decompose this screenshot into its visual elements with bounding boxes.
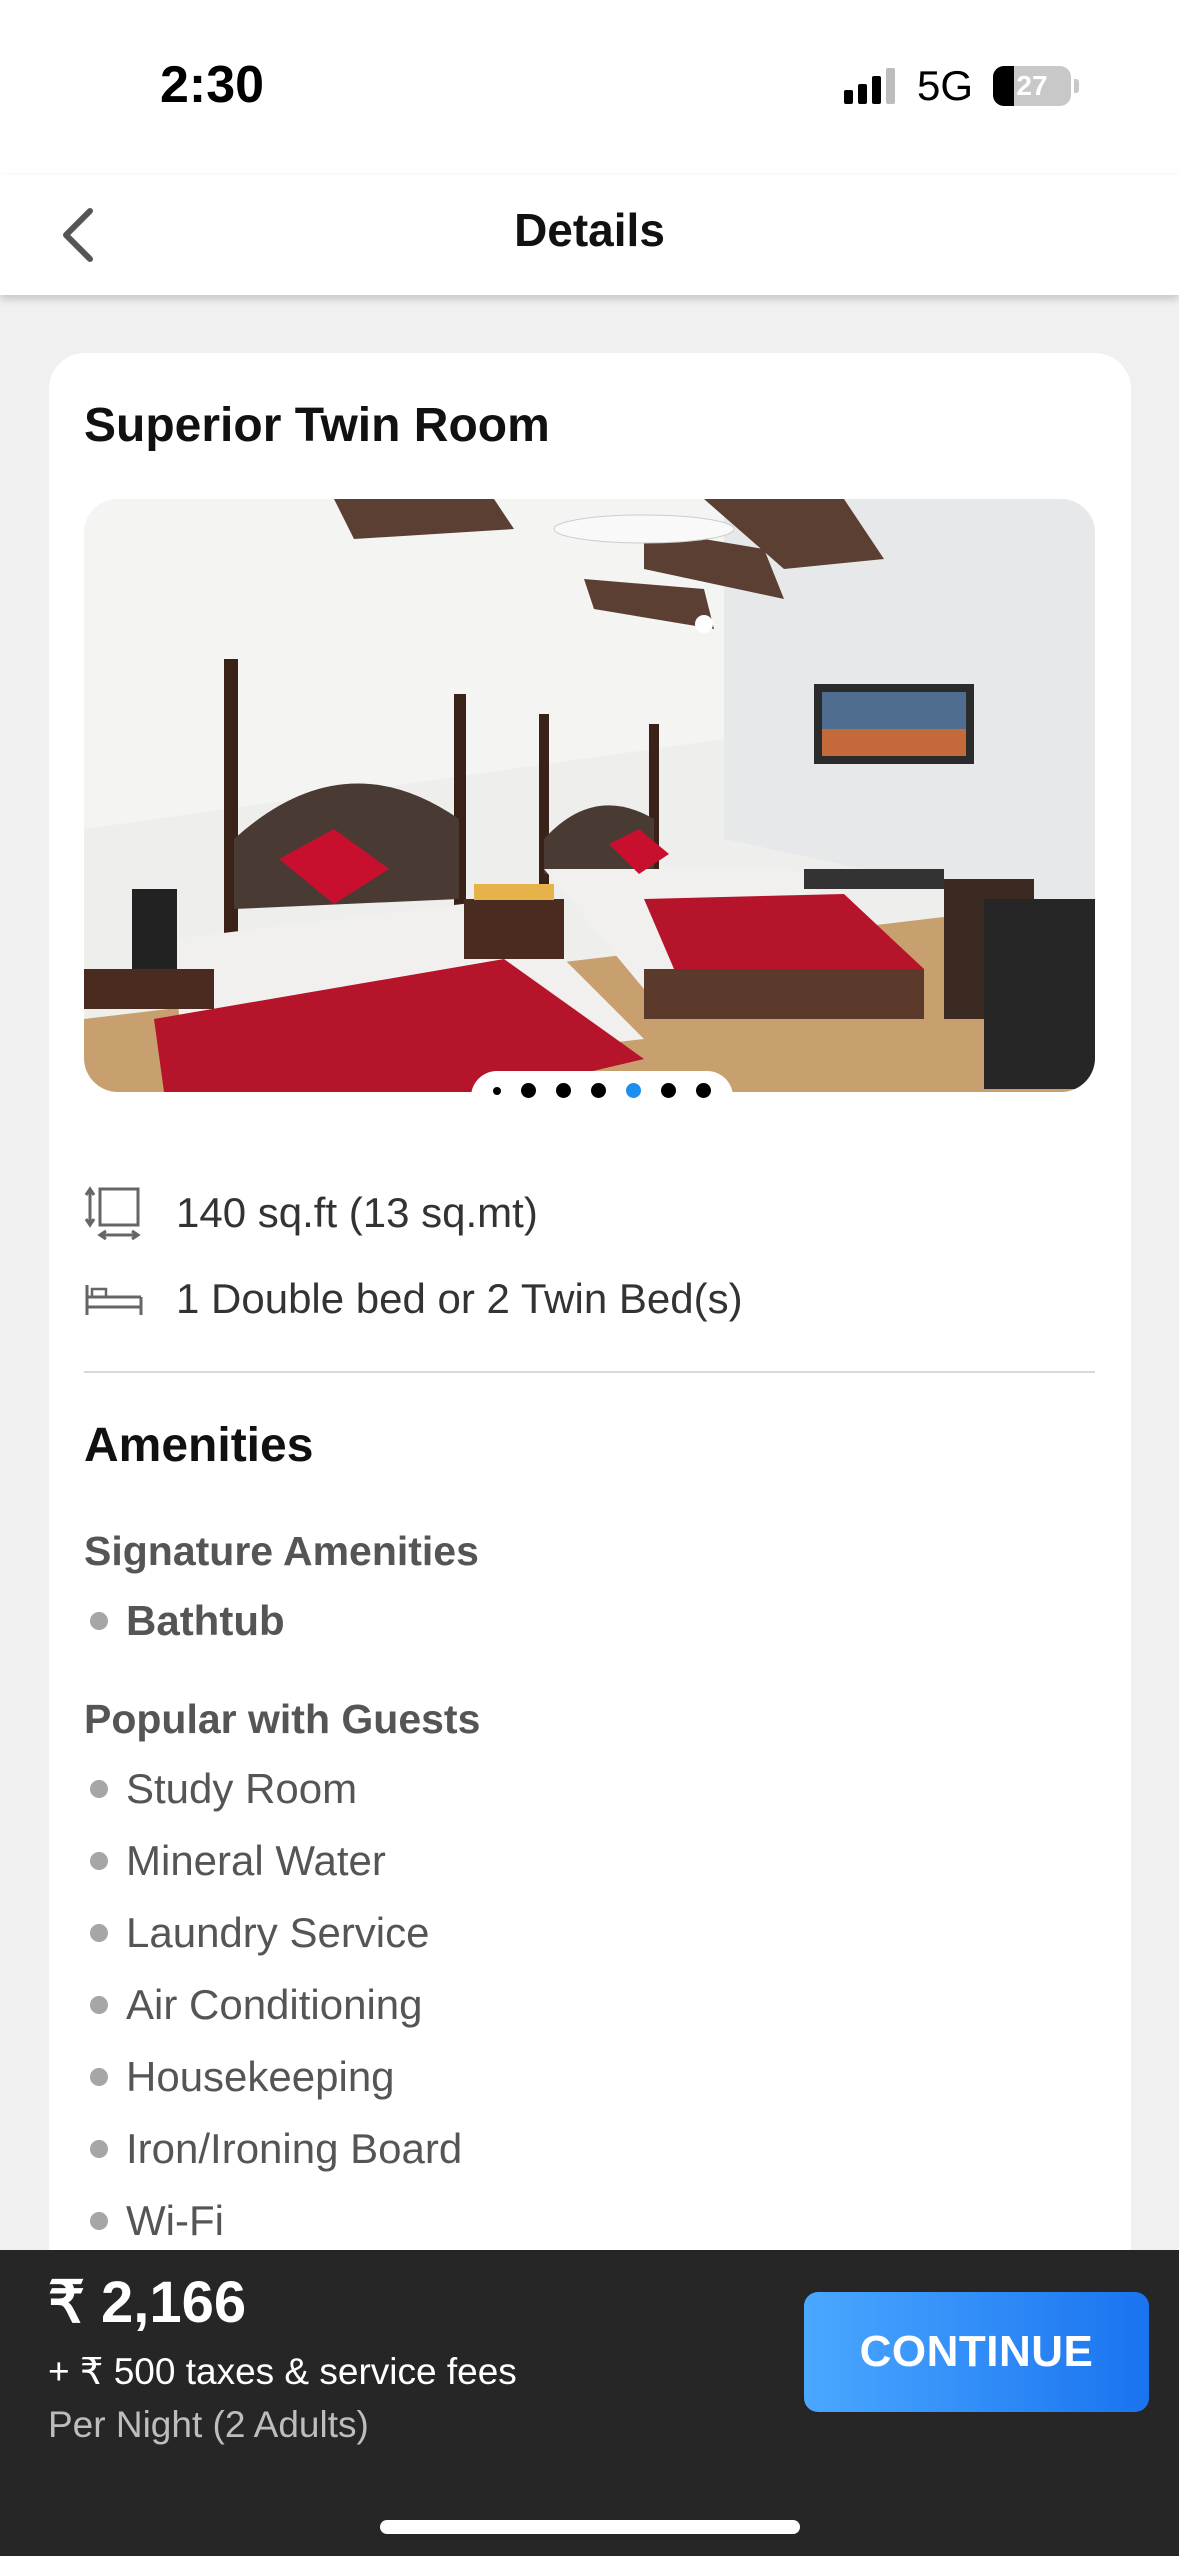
battery-tip <box>1074 79 1079 93</box>
bed-type-text: 1 Double bed or 2 Twin Bed(s) <box>176 1275 743 1322</box>
signal-icon <box>843 68 895 104</box>
page-title: Details <box>514 204 665 256</box>
popular-amenities-list: Study Room Mineral Water Laundry Service… <box>84 1753 462 2257</box>
room-photo-gallery[interactable] <box>84 499 1095 1092</box>
room-size-row: 140 sq.ft (13 sq.mt) <box>84 1183 538 1243</box>
continue-button[interactable]: CONTINUE <box>804 2292 1149 2412</box>
section-divider <box>84 1371 1095 1373</box>
room-size-text: 140 sq.ft (13 sq.mt) <box>176 1189 538 1236</box>
amenities-title: Amenities <box>84 1419 314 1472</box>
list-item: Housekeeping <box>84 2041 462 2113</box>
status-indicators: 5G 27 <box>843 62 1079 110</box>
gallery-dot-active[interactable] <box>626 1083 641 1098</box>
gallery-dot[interactable] <box>661 1083 676 1098</box>
gallery-dot[interactable] <box>493 1086 501 1095</box>
battery-level: 27 <box>1016 70 1048 101</box>
room-details-card: Superior Twin Room 140 sq.ft (13 sq.mt) … <box>49 353 1131 2363</box>
taxes-fees: + ₹ 500 taxes & service fees <box>48 2351 517 2392</box>
nav-header: Details <box>0 175 1179 295</box>
battery-icon: 27 <box>993 66 1071 106</box>
list-item: Laundry Service <box>84 1897 462 1969</box>
list-item: Air Conditioning <box>84 1969 462 2041</box>
room-title: Superior Twin Room <box>84 399 550 452</box>
room-price: ₹ 2,166 <box>48 2270 247 2335</box>
per-night-label: Per Night (2 Adults) <box>48 2404 369 2445</box>
home-indicator[interactable] <box>380 2520 800 2534</box>
status-bar: 2:30 5G 27 <box>0 0 1179 175</box>
list-item: Iron/Ironing Board <box>84 2113 462 2185</box>
bed-icon <box>84 1269 144 1329</box>
list-item: Study Room <box>84 1753 462 1825</box>
signature-amenities-list: Bathtub <box>84 1585 285 1657</box>
gallery-pagination <box>471 1071 733 1108</box>
list-item: Mineral Water <box>84 1825 462 1897</box>
bed-type-row: 1 Double bed or 2 Twin Bed(s) <box>84 1269 743 1329</box>
popular-amenities-title: Popular with Guests <box>84 1696 481 1742</box>
network-label: 5G <box>916 62 973 109</box>
signature-amenities-title: Signature Amenities <box>84 1528 479 1574</box>
room-size-icon <box>84 1183 144 1243</box>
gallery-dot[interactable] <box>556 1083 571 1098</box>
gallery-dot[interactable] <box>591 1083 606 1098</box>
list-item: Wi-Fi <box>84 2185 462 2257</box>
gallery-dot[interactable] <box>521 1083 536 1098</box>
status-time: 2:30 <box>160 56 265 114</box>
price-footer: ₹ 2,166 + ₹ 500 taxes & service fees Per… <box>0 2250 1179 2556</box>
list-item: Bathtub <box>84 1585 285 1657</box>
room-photo <box>84 499 1095 1092</box>
gallery-dot[interactable] <box>696 1083 711 1098</box>
